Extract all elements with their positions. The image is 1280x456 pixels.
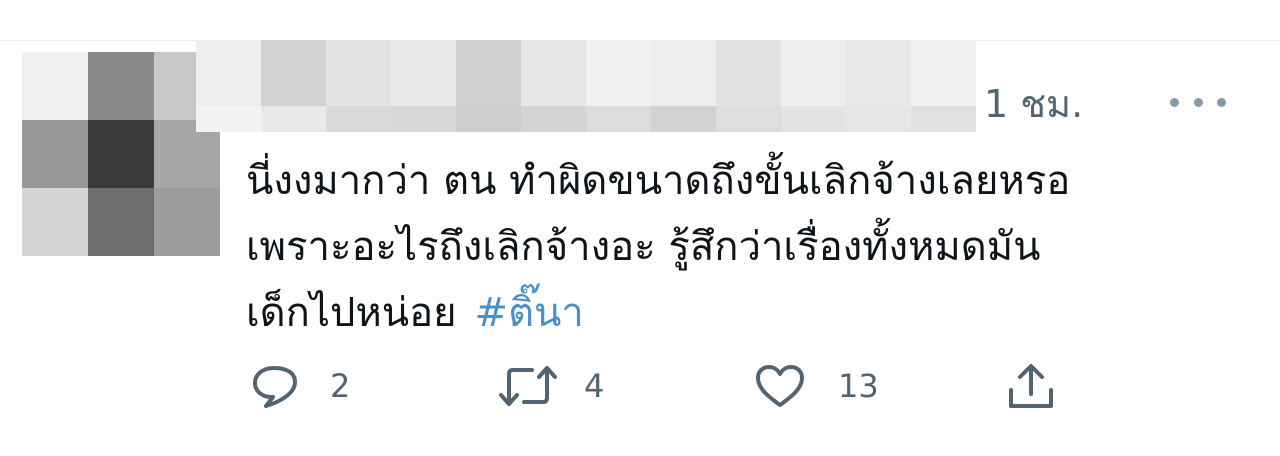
tweet-text: นี่งงมากว่า ตน ทำผิดขนาดถึงขั้นเลิกจ้างเ… bbox=[246, 148, 1206, 346]
tweet-text-line: เพราะอะไรถึงเลิกจ้างอะ รู้สึกว่าเรื่องทั… bbox=[246, 224, 1041, 270]
username-censored[interactable] bbox=[196, 40, 976, 132]
tweet-text-line: เด็กไปหน่อย #ติ๊นา bbox=[246, 280, 1206, 346]
avatar[interactable] bbox=[22, 52, 220, 256]
reply-count: 2 bbox=[330, 367, 351, 405]
reply-icon bbox=[250, 363, 300, 409]
like-count: 13 bbox=[838, 367, 879, 405]
reply-button[interactable]: 2 bbox=[250, 360, 350, 412]
share-icon bbox=[1006, 362, 1056, 410]
hashtag-link[interactable]: #ติ๊นา bbox=[475, 290, 584, 336]
heart-icon bbox=[754, 363, 806, 409]
timestamp[interactable]: 1 ชม. bbox=[984, 80, 1083, 128]
tweet-text-line: นี่งงมากว่า ตน ทำผิดขนาดถึงขั้นเลิกจ้างเ… bbox=[246, 158, 1071, 204]
retweet-button[interactable]: 4 bbox=[498, 360, 604, 412]
action-bar: 2 4 13 bbox=[0, 360, 1280, 412]
more-icon[interactable] bbox=[1170, 90, 1226, 114]
like-button[interactable]: 13 bbox=[754, 360, 879, 412]
share-button[interactable] bbox=[1006, 360, 1056, 412]
retweet-count: 4 bbox=[584, 367, 605, 405]
retweet-icon bbox=[498, 363, 558, 409]
tweet-text-line-end: เด็กไปหน่อย bbox=[246, 290, 457, 336]
